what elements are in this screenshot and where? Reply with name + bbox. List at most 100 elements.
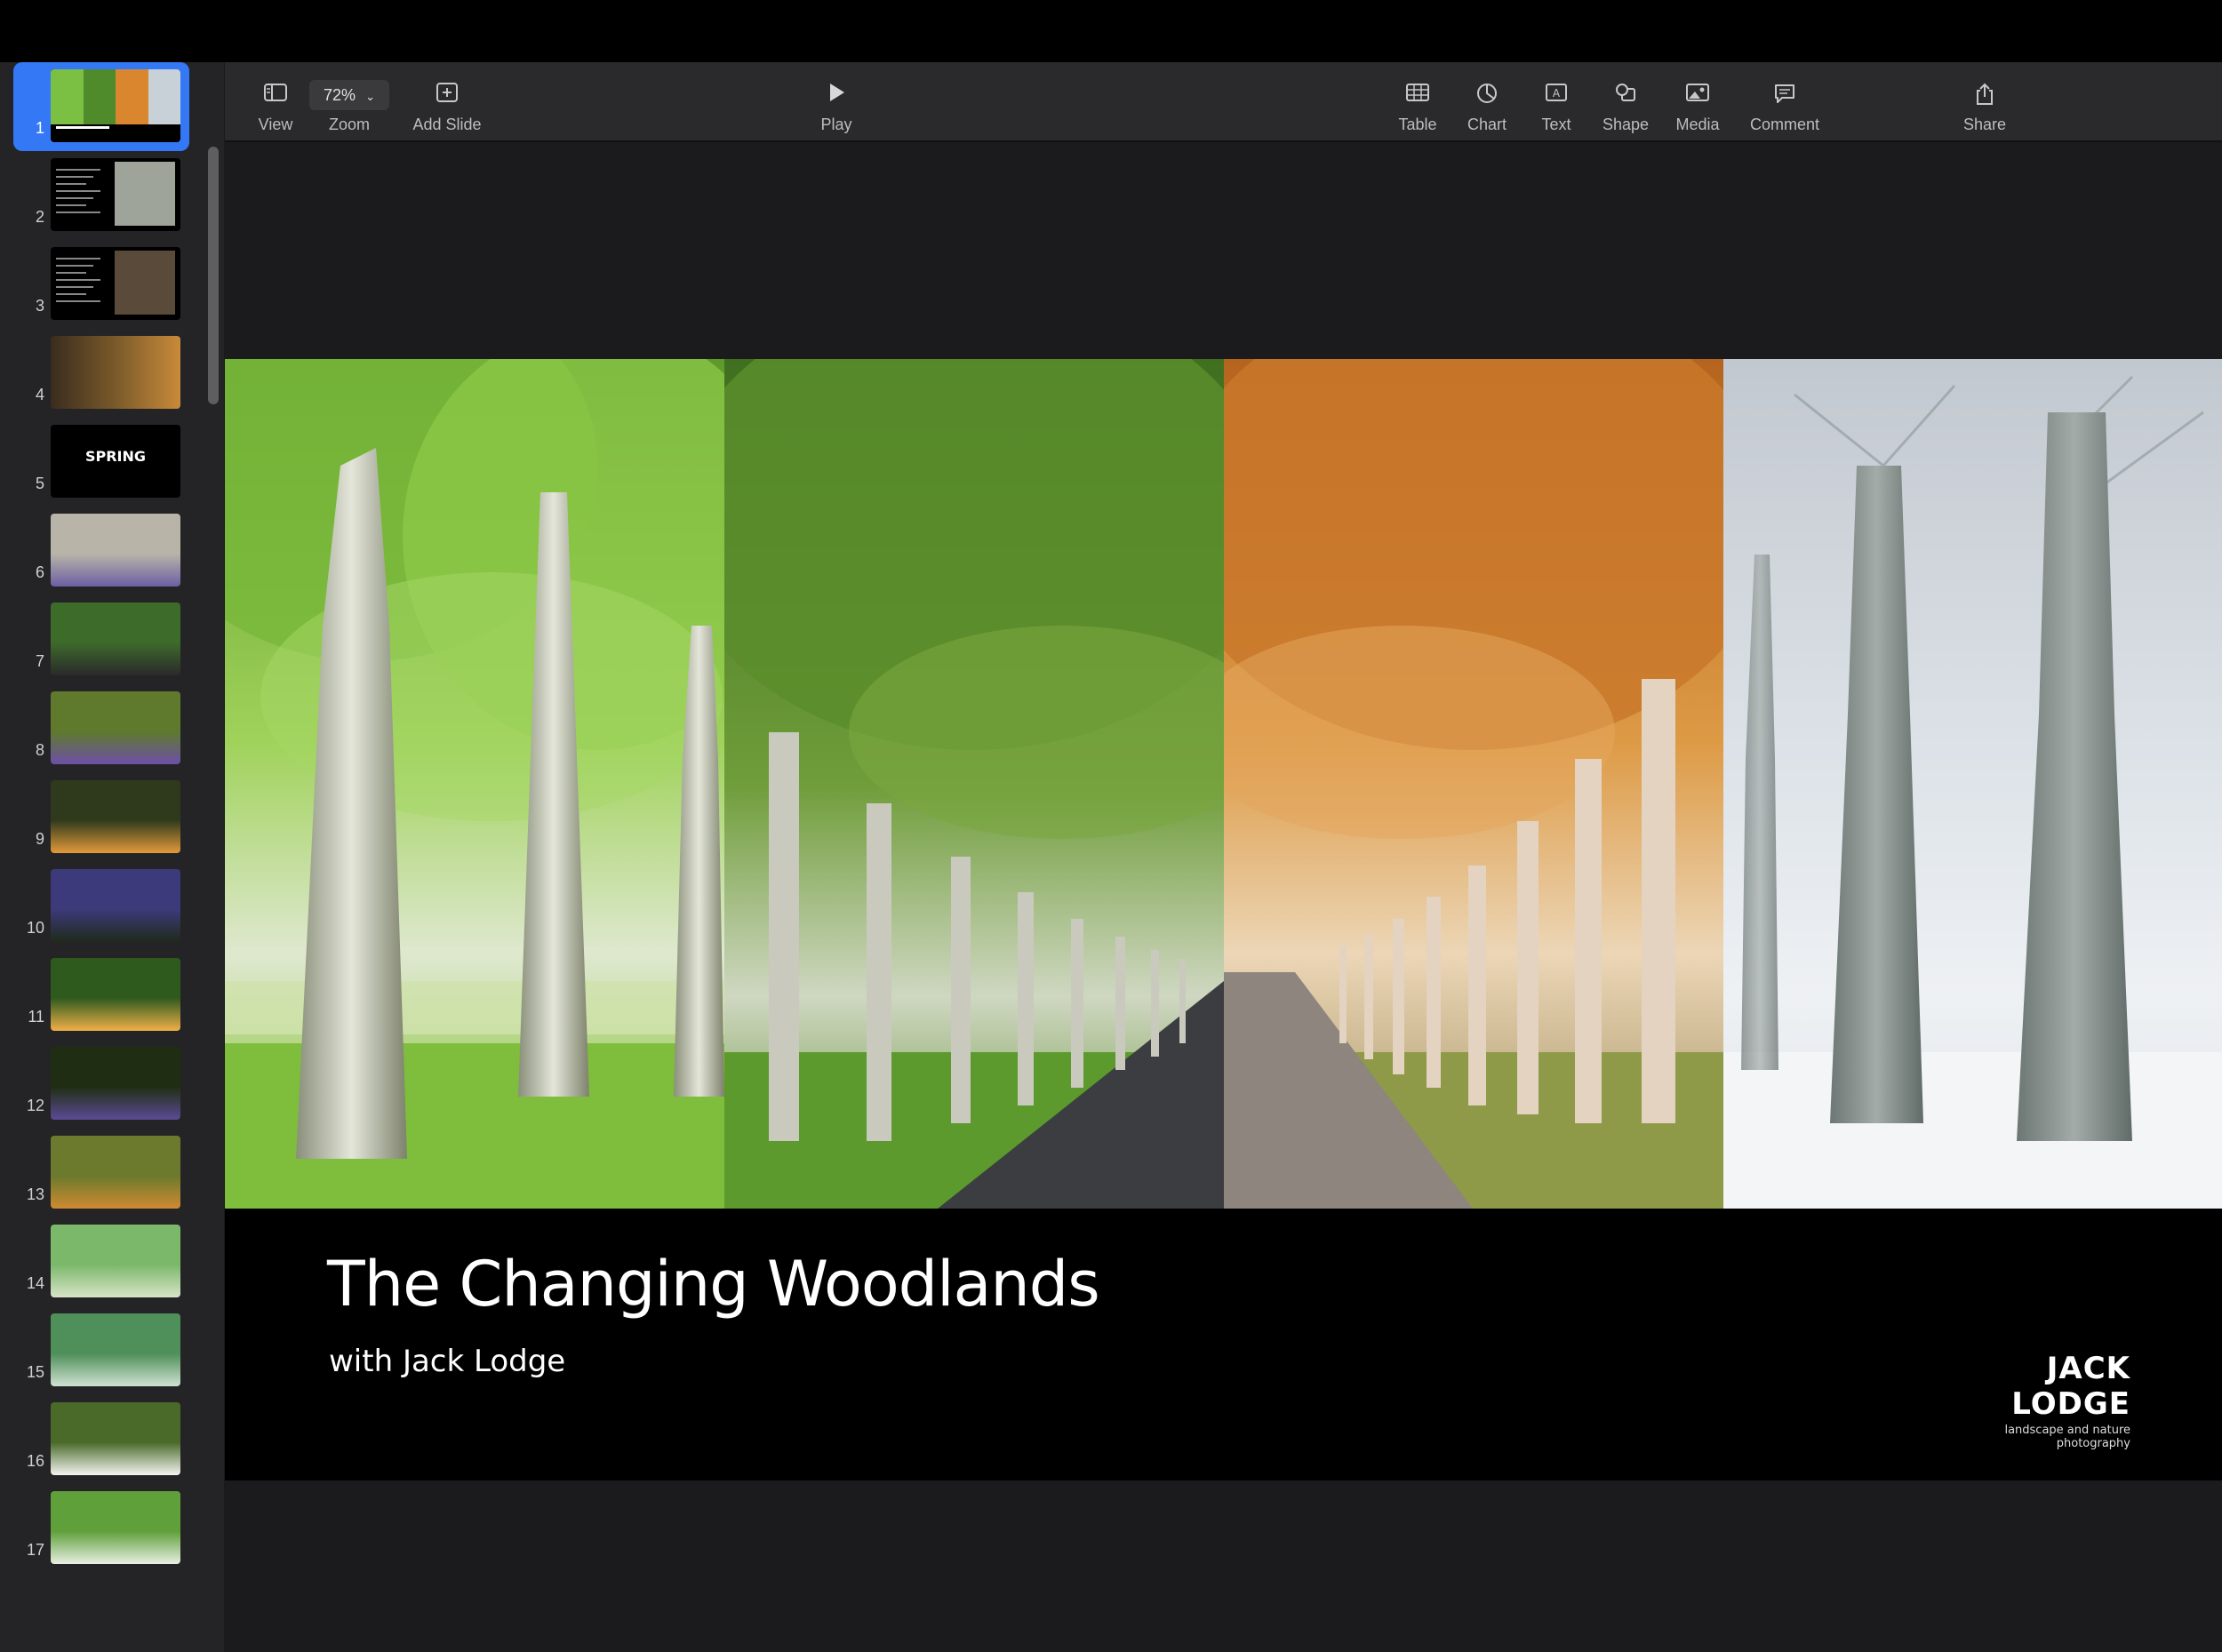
slide-navigator[interactable]: 1 2 3 4 5 SPRING 6 7 8 9 10 11 12 13 14 15 16 17 xyxy=(0,62,226,1652)
slide-thumbnail-5[interactable]: 5 SPRING xyxy=(0,425,204,507)
slide-number: 12 xyxy=(26,1097,44,1114)
slide-thumbnail-7[interactable]: 7 xyxy=(0,603,204,684)
keynote-window: 1 2 3 4 5 SPRING 6 7 8 9 10 11 12 13 14 15 16 17 View 72%… xyxy=(0,0,2222,1652)
slide-number: 14 xyxy=(26,1274,44,1292)
slide-thumbnail-3[interactable]: 3 xyxy=(0,247,204,329)
summer-photo[interactable] xyxy=(724,359,1224,1209)
slide-preview xyxy=(51,691,180,764)
comment-label: Comment xyxy=(1749,116,1820,133)
slide-number: 7 xyxy=(35,652,44,670)
shape-icon xyxy=(1616,84,1635,101)
preview-panel xyxy=(148,69,180,124)
chart-button[interactable]: Chart xyxy=(1460,62,1514,140)
add-slide-button[interactable]: Add Slide xyxy=(403,62,492,140)
slide-thumbnail-16[interactable]: 16 xyxy=(0,1402,204,1484)
slide-thumbnail-8[interactable]: 8 xyxy=(0,691,204,773)
preview-text-line xyxy=(56,272,86,274)
add-slide-label: Add Slide xyxy=(412,116,482,133)
slide-thumbnail-4[interactable]: 4 xyxy=(0,336,204,418)
navigator-scrollbar[interactable] xyxy=(208,147,219,404)
plus-square-icon xyxy=(436,83,458,102)
share-label: Share xyxy=(1962,116,2007,133)
slide-number: 15 xyxy=(26,1363,44,1381)
slide-subtitle[interactable]: with Jack Lodge xyxy=(329,1344,565,1379)
chevron-down-icon: ⌄ xyxy=(365,90,375,103)
slide-preview xyxy=(51,1225,180,1297)
media-label: Media xyxy=(1675,116,1720,133)
slide-number: 6 xyxy=(35,563,44,581)
preview-text-line xyxy=(56,286,93,288)
slide-thumbnail-2[interactable]: 2 xyxy=(0,158,204,240)
slide-number: 3 xyxy=(35,297,44,315)
media-button[interactable]: Media xyxy=(1669,62,1726,140)
preview-panel xyxy=(51,69,84,124)
play-label: Play xyxy=(820,116,852,133)
slide-number: 10 xyxy=(26,919,44,937)
slide-number: 5 xyxy=(35,475,44,492)
autumn-photo[interactable] xyxy=(1224,359,1723,1209)
svg-text:A: A xyxy=(1553,87,1561,100)
seasons-photo-strip[interactable] xyxy=(225,359,2222,1209)
slide-preview xyxy=(51,69,180,142)
preview-text-line xyxy=(56,211,100,213)
current-slide[interactable]: The Changing Woodlands with Jack Lodge J… xyxy=(225,359,2222,1480)
slide-preview xyxy=(51,1313,180,1386)
preview-title-line xyxy=(56,126,109,129)
preview-photo xyxy=(115,162,175,226)
text-label: Text xyxy=(1541,116,1571,133)
slide-preview xyxy=(51,1047,180,1120)
brand-tagline: landscape and nature photography xyxy=(2004,1424,2130,1450)
slide-preview xyxy=(51,603,180,675)
slide-thumbnail-11[interactable]: 11 xyxy=(0,958,204,1040)
slide-thumbnail-9[interactable]: 9 xyxy=(0,780,204,862)
slide-thumbnail-15[interactable]: 15 xyxy=(0,1313,204,1395)
slide-number: 13 xyxy=(26,1185,44,1203)
play-icon xyxy=(830,84,844,101)
preview-text-line xyxy=(56,183,86,185)
slide-canvas[interactable]: The Changing Woodlands with Jack Lodge J… xyxy=(225,142,2222,1652)
comment-button[interactable]: Comment xyxy=(1740,62,1829,140)
text-button[interactable]: A Text xyxy=(1531,62,1581,140)
slide-preview xyxy=(51,1136,180,1209)
slide-preview xyxy=(51,1491,180,1564)
slide-preview xyxy=(51,780,180,853)
zoom-value: 72% xyxy=(324,86,356,104)
table-button[interactable]: Table xyxy=(1391,62,1444,140)
comment-icon xyxy=(1775,84,1794,103)
preview-text-line xyxy=(56,169,100,171)
zoom-control[interactable]: 72% ⌄ Zoom xyxy=(309,62,389,140)
shape-label: Shape xyxy=(1602,116,1650,133)
slide-number: 11 xyxy=(28,1008,44,1026)
share-icon xyxy=(1977,83,1993,105)
preview-text-line xyxy=(56,176,93,178)
slide-thumbnail-17[interactable]: 17 xyxy=(0,1491,204,1573)
slide-thumbnail-1[interactable]: 1 xyxy=(0,62,204,151)
slide-number: 2 xyxy=(35,208,44,226)
preview-text-line xyxy=(56,258,100,259)
zoom-select[interactable]: 72% ⌄ xyxy=(309,80,389,110)
view-button[interactable]: View xyxy=(244,62,307,140)
winter-photo[interactable] xyxy=(1723,359,2222,1209)
slide-thumbnail-6[interactable]: 6 xyxy=(0,514,204,595)
table-icon xyxy=(1406,84,1429,101)
table-label: Table xyxy=(1398,116,1437,133)
play-button[interactable]: Play xyxy=(810,62,863,140)
slide-preview xyxy=(51,514,180,587)
slide-number: 4 xyxy=(35,386,44,403)
section-label: SPRING xyxy=(84,448,147,465)
brand-name: JACK LODGE xyxy=(2011,1351,2130,1422)
preview-text-line xyxy=(56,190,100,192)
view-label: View xyxy=(258,116,293,133)
slide-number: 8 xyxy=(35,741,44,759)
shape-button[interactable]: Shape xyxy=(1599,62,1652,140)
preview-text-line xyxy=(56,204,86,206)
slide-title[interactable]: The Changing Woodlands xyxy=(327,1248,1100,1321)
slide-thumbnail-12[interactable]: 12 xyxy=(0,1047,204,1129)
spring-photo[interactable] xyxy=(225,359,724,1209)
slide-thumbnail-10[interactable]: 10 xyxy=(0,869,204,951)
slide-thumbnail-14[interactable]: 14 xyxy=(0,1225,204,1306)
slide-preview xyxy=(51,158,180,231)
share-button[interactable]: Share xyxy=(1956,62,2013,140)
slide-preview xyxy=(51,1402,180,1475)
slide-thumbnail-13[interactable]: 13 xyxy=(0,1136,204,1217)
